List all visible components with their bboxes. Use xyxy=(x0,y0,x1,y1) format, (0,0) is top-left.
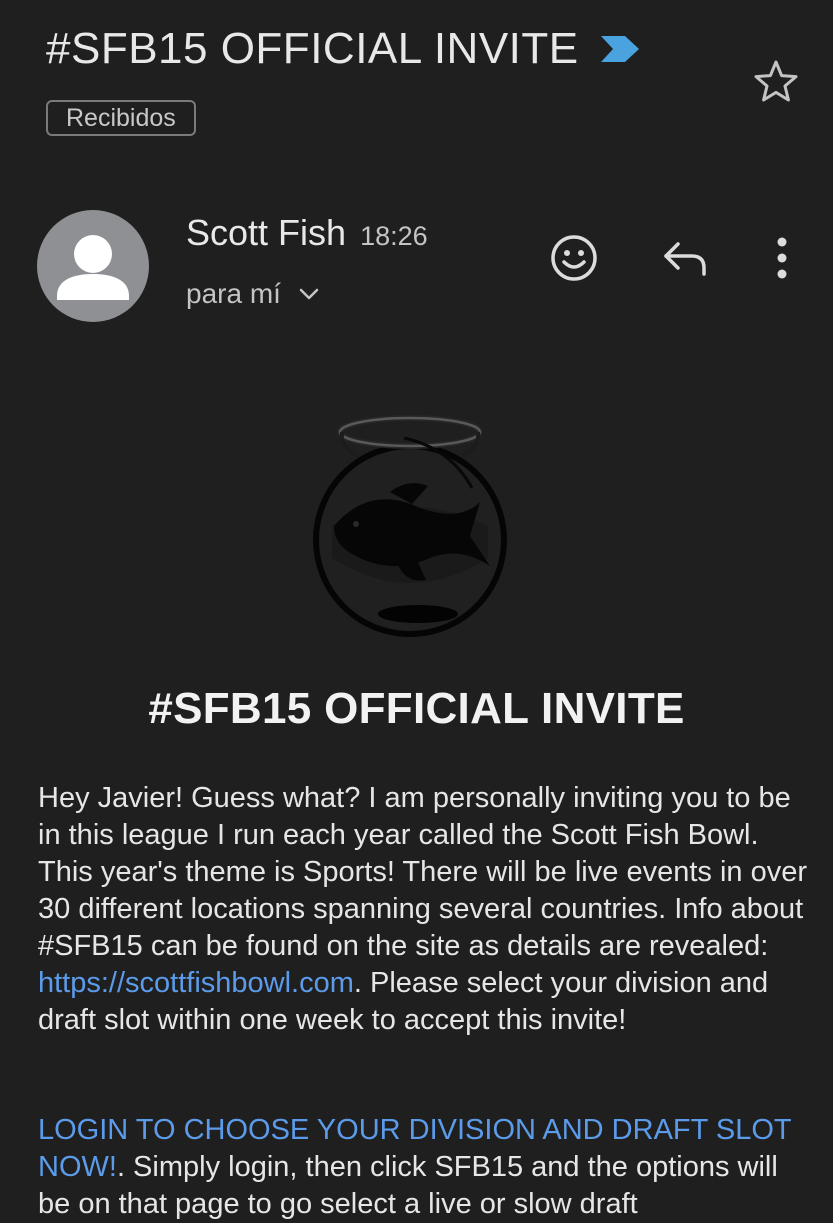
email-subject: #SFB15 OFFICIAL INVITE xyxy=(46,24,579,73)
recipient-label: para mí xyxy=(186,278,281,309)
sender-name[interactable]: Scott Fish xyxy=(186,212,346,254)
person-icon xyxy=(57,235,129,300)
emoji-reaction-icon[interactable] xyxy=(548,232,600,284)
avatar[interactable] xyxy=(37,210,149,322)
scottfishbowl-link[interactable]: https://scottfishbowl.com xyxy=(38,967,354,999)
fishbowl-logo xyxy=(313,415,507,637)
paragraph-2-text: . Simply login, then click SFB15 and the… xyxy=(38,1151,778,1220)
body-paragraph-2: LOGIN TO CHOOSE YOUR DIVISION AND DRAFT … xyxy=(38,1112,808,1223)
recipient-row[interactable]: para mí xyxy=(186,278,321,310)
star-icon[interactable] xyxy=(752,58,800,106)
inbox-label-chip[interactable]: Recibidos xyxy=(46,100,196,136)
subject-row: #SFB15 OFFICIAL INVITE xyxy=(46,22,641,76)
importance-marker-icon[interactable] xyxy=(599,34,641,64)
body-title: #SFB15 OFFICIAL INVITE xyxy=(148,684,685,733)
chevron-down-icon[interactable] xyxy=(297,282,321,306)
reply-icon[interactable] xyxy=(658,232,710,284)
sender-row: Scott Fish 18:26 xyxy=(186,212,428,254)
paragraph-1-intro: Hey Javier! Guess what? I am personally … xyxy=(38,782,807,962)
message-time: 18:26 xyxy=(360,221,428,251)
more-vert-icon[interactable] xyxy=(756,232,808,284)
body-paragraph-1: Hey Javier! Guess what? I am personally … xyxy=(38,780,808,1039)
